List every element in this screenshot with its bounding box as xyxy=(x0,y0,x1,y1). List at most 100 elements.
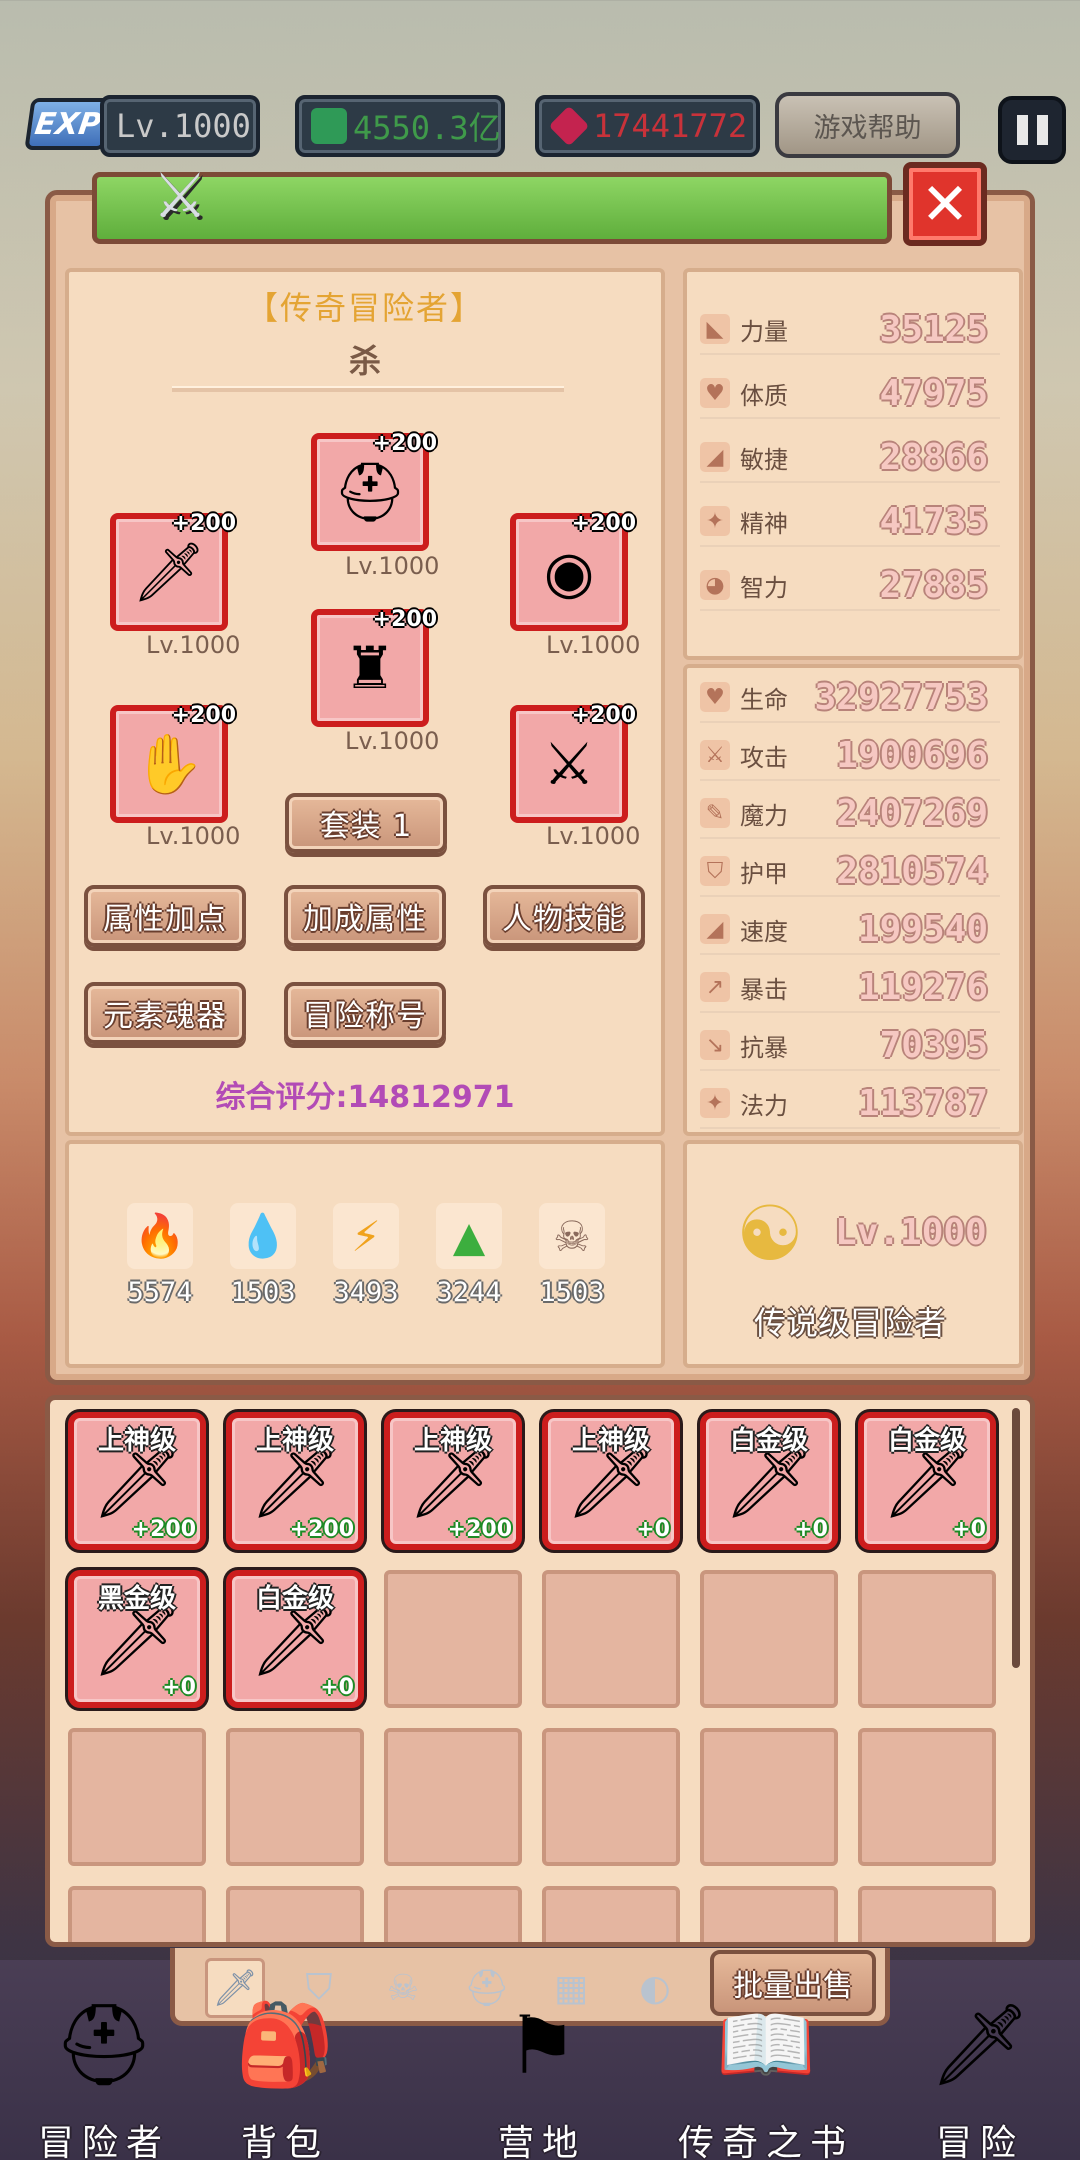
stat-label: 智力 xyxy=(740,573,788,602)
enhance-level: +200 xyxy=(171,511,236,536)
empty-inventory-slot[interactable] xyxy=(542,1728,680,1866)
adventure-title-button[interactable]: 冒险称号 xyxy=(284,982,446,1044)
stat-value: 119276 xyxy=(857,966,988,1008)
empty-inventory-slot[interactable] xyxy=(226,1886,364,1942)
bonus-attributes-button[interactable]: 加成属性 xyxy=(284,885,446,947)
inventory-item[interactable]: 🗡 白金级 +0 xyxy=(700,1412,838,1550)
enhance-level: +200 xyxy=(571,703,636,728)
stat-row: ↗ 暴击 119276 xyxy=(700,963,1000,1013)
stat-label: 攻击 xyxy=(740,743,788,772)
stat-value: 35125 xyxy=(879,308,988,350)
stat-value: 28866 xyxy=(879,436,988,478)
nav-item[interactable]: ⚑ 营地 xyxy=(452,1990,632,2160)
red-currency-value: 17441772 xyxy=(593,107,748,145)
red-currency-display: 17441772 xyxy=(535,95,760,157)
empty-inventory-slot[interactable] xyxy=(858,1570,996,1708)
element-soul-button[interactable]: 元素魂器 xyxy=(84,982,246,1044)
inventory-scrollbar[interactable] xyxy=(1012,1408,1020,1668)
empty-inventory-slot[interactable] xyxy=(700,1570,838,1708)
brain-icon: ◕ xyxy=(700,570,730,600)
equipment-slot-gloves[interactable]: ✋ +200 xyxy=(110,703,236,823)
close-button[interactable]: ✕ xyxy=(903,162,987,246)
empty-inventory-slot[interactable] xyxy=(542,1886,680,1942)
inventory-item[interactable]: 🗡 上神级 +0 xyxy=(542,1412,680,1550)
divider xyxy=(172,386,564,392)
hero-title: 【传奇冒险者】 xyxy=(245,289,484,327)
equipment-slot-weapon[interactable]: 🗡 +200 xyxy=(110,511,236,631)
shield-icon: ⛉ xyxy=(700,856,730,886)
round-shield-icon: ◉ xyxy=(543,538,595,606)
legendary-emblem-icon: ☯ xyxy=(735,1188,805,1278)
nav-item[interactable]: ⛑ 冒险者 xyxy=(14,1990,194,2160)
camp-banner-icon: ⚑ xyxy=(506,1998,578,2092)
skull-tab-icon[interactable]: ☠ xyxy=(373,1958,433,2018)
element-counter: 🔥 5574 xyxy=(122,1203,198,1308)
empty-inventory-slot[interactable] xyxy=(226,1728,364,1866)
stat-row: ⛉ 护甲 2810574 xyxy=(700,847,1000,897)
empty-inventory-slot[interactable] xyxy=(68,1886,206,1942)
empty-inventory-slot[interactable] xyxy=(384,1728,522,1866)
game-help-button[interactable]: 游戏帮助 xyxy=(775,92,960,158)
element-counter: ⚡ 3493 xyxy=(328,1203,404,1308)
stat-value: 199540 xyxy=(857,908,988,950)
backpack-icon: 🎒 xyxy=(235,1998,335,2091)
item-enhance-level: +0 xyxy=(952,1517,986,1542)
equipment-level: Lv.1000 xyxy=(546,822,641,850)
empty-inventory-slot[interactable] xyxy=(858,1728,996,1866)
character-skills-button[interactable]: 人物技能 xyxy=(483,885,645,947)
empty-inventory-slot[interactable] xyxy=(700,1728,838,1866)
empty-inventory-slot[interactable] xyxy=(384,1886,522,1942)
adventure-sword-icon: 🗡 xyxy=(929,1998,1031,2091)
pause-icon xyxy=(1016,115,1028,145)
item-enhance-level: +0 xyxy=(162,1675,196,1700)
inventory-item[interactable]: 🗡 上神级 +200 xyxy=(226,1412,364,1550)
dark-element-icon: ☠ xyxy=(539,1203,605,1269)
nav-item[interactable]: 📖 传奇之书 xyxy=(676,1990,856,2160)
equipment-slot-legs[interactable]: ⚔ +200 xyxy=(510,703,636,823)
equipment-level: Lv.1000 xyxy=(345,727,440,755)
equipment-slot-shield[interactable]: ◉ +200 xyxy=(510,511,636,631)
stat-label: 魔力 xyxy=(740,801,788,830)
attribute-points-button[interactable]: 属性加点 xyxy=(84,885,246,947)
equipment-slot-armor[interactable]: ♜ +200 xyxy=(311,607,437,727)
overall-score: 综合评分:14812971 xyxy=(215,1080,515,1115)
nav-item[interactable]: 🎒 背包 xyxy=(195,1990,375,2160)
inventory-item[interactable]: 🗡 上神级 +200 xyxy=(68,1412,206,1550)
stat-row: ◢ 敏捷 28866 xyxy=(700,433,1000,483)
stat-value: 1900696 xyxy=(836,734,988,776)
star-icon: ✦ xyxy=(700,506,730,536)
element-value: 3493 xyxy=(333,1277,399,1308)
stat-value: 70395 xyxy=(879,1024,988,1066)
green-currency-value: 4550.3亿 xyxy=(353,109,501,147)
equipment-set-button[interactable]: 套装 1 xyxy=(285,793,447,853)
empty-inventory-slot[interactable] xyxy=(384,1570,522,1708)
wand-icon: ✎ xyxy=(700,798,730,828)
empty-inventory-slot[interactable] xyxy=(542,1570,680,1708)
nav-item[interactable]: 🗡 冒险 xyxy=(890,1990,1070,2160)
item-enhance-level: +0 xyxy=(636,1517,670,1542)
inventory-item[interactable]: 🗡 白金级 +0 xyxy=(858,1412,996,1550)
inventory-item[interactable]: 🗡 黑金级 +0 xyxy=(68,1570,206,1708)
item-enhance-level: +0 xyxy=(320,1675,354,1700)
green-gem-icon xyxy=(311,108,347,144)
empty-inventory-slot[interactable] xyxy=(68,1728,206,1866)
boot-icon: ◢ xyxy=(700,914,730,944)
stat-value: 113787 xyxy=(857,1082,988,1124)
item-enhance-level: +200 xyxy=(289,1517,354,1542)
pause-button[interactable] xyxy=(998,96,1066,164)
nav-label: 冒险 xyxy=(935,2123,1024,2160)
item-grade: 上神级 xyxy=(413,1426,492,1456)
flame-sword-icon: 🗡 xyxy=(132,537,206,606)
empty-inventory-slot[interactable] xyxy=(700,1886,838,1942)
legend-book-icon: 📖 xyxy=(716,1998,816,2091)
water-element-icon: 💧 xyxy=(230,1203,296,1269)
equipment-slot-helmet[interactable]: ⛑ +200 xyxy=(311,431,437,551)
enhance-level: +200 xyxy=(571,511,636,536)
inventory-item[interactable]: 🗡 上神级 +200 xyxy=(384,1412,522,1550)
empty-inventory-slot[interactable] xyxy=(858,1886,996,1942)
inventory-item[interactable]: 🗡 白金级 +0 xyxy=(226,1570,364,1708)
stat-row: ↘ 抗暴 70395 xyxy=(700,1021,1000,1071)
enhance-level: +200 xyxy=(372,431,437,456)
rank-level: Lv.1000 xyxy=(835,1212,987,1253)
adventurer-helmet-icon: ⛑ xyxy=(53,1998,155,2091)
